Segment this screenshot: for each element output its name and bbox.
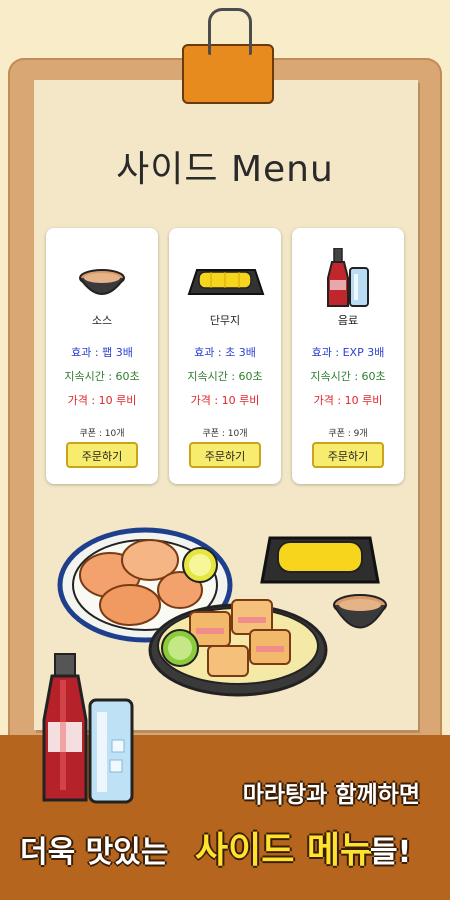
cola-bottle-illustration <box>42 653 134 804</box>
cola-bottle-icon <box>42 653 88 802</box>
ice-glass-icon <box>88 698 134 804</box>
